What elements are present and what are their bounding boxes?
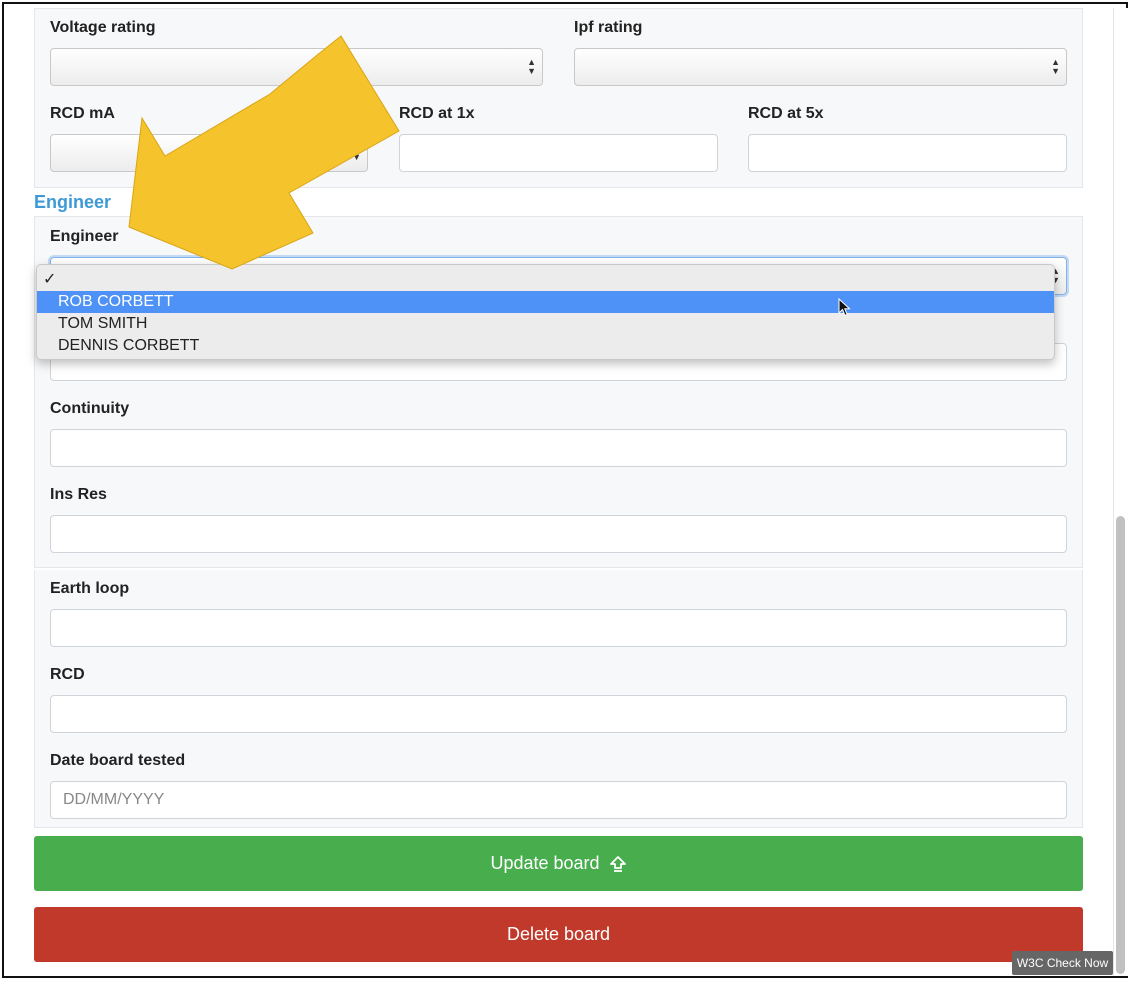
rcd-ma-label: RCD mA [50,105,115,122]
update-board-label: Update board [490,853,600,873]
rcd-label: RCD [50,666,85,683]
delete-board-button[interactable]: Delete board [34,907,1083,962]
upload-arrow-icon [609,855,626,872]
continuity-label: Continuity [50,400,130,417]
engineer-section-heading[interactable]: Engineer [34,192,111,213]
ipf-rating-label: Ipf rating [574,19,643,36]
w3c-check-badge[interactable]: W3C Check Now [1012,951,1113,975]
dropdown-option-dennis-corbett[interactable]: DENNIS CORBETT [37,335,1054,357]
ins-res-label: Ins Res [50,486,107,503]
select-arrows-icon: ▲▼ [527,57,536,76]
engineer-label: Engineer [50,228,119,245]
dropdown-option-tom-smith[interactable]: TOM SMITH [37,313,1054,335]
continuity-input[interactable] [50,429,1067,467]
delete-board-label: Delete board [506,924,611,944]
rcd-1x-input[interactable] [399,134,718,172]
date-tested-input[interactable] [50,781,1067,819]
ins-res-input[interactable] [50,515,1067,553]
annotation-arrow-icon [128,35,400,270]
earth-loop-input[interactable] [50,609,1067,647]
ipf-rating-select[interactable]: ▲ ▼ [574,48,1067,86]
checkmark-icon: ✓ [43,271,57,288]
mouse-cursor-icon [838,298,851,317]
select-arrows-icon: ▲▼ [1051,57,1060,76]
earth-loop-label: Earth loop [50,580,130,597]
rcd-input[interactable] [50,695,1067,733]
scrollbar-thumb[interactable] [1116,516,1125,974]
rcd-5x-label: RCD at 5x [748,105,824,122]
dropdown-option-rob-corbett[interactable]: ROB CORBETT [37,291,1054,313]
update-board-button[interactable]: Update board [34,836,1083,891]
date-tested-label: Date board tested [50,752,186,769]
rcd-5x-input[interactable] [748,134,1067,172]
